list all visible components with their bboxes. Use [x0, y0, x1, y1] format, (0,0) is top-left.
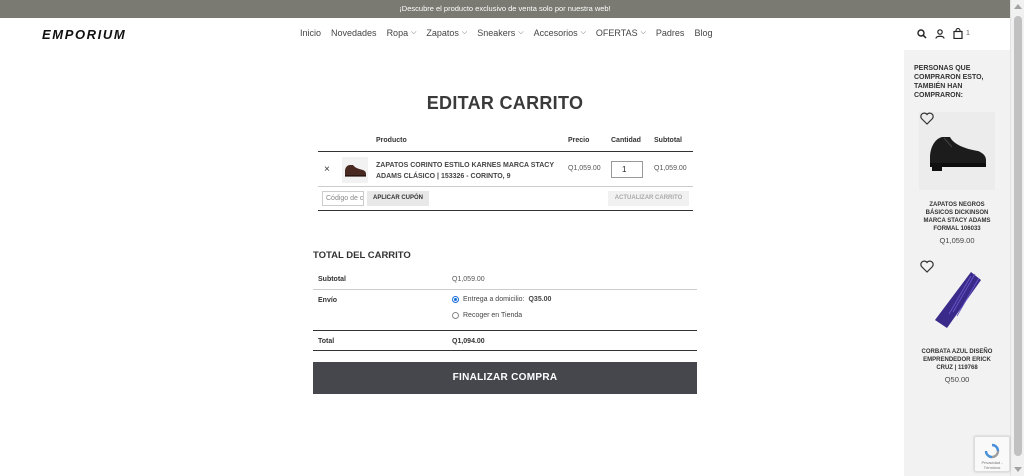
- site-logo[interactable]: EMPORIUM: [42, 27, 126, 42]
- related-product-price: Q50.00: [944, 375, 970, 384]
- brown-shoe-icon: [345, 165, 366, 177]
- radio-pickup[interactable]: [452, 312, 459, 319]
- apply-coupon-button[interactable]: APLICAR CUPÓN: [367, 191, 429, 206]
- related-product-name[interactable]: ZAPATOS NEGROS BÁSICOS DICKINSON MARCA S…: [917, 201, 997, 233]
- related-product-price: Q1,059.00: [939, 236, 975, 245]
- header-icons: 1: [917, 28, 970, 39]
- remove-item-button[interactable]: ×: [324, 164, 330, 175]
- nav-item-sneakers[interactable]: Sneakers ⌵: [477, 28, 523, 38]
- blue-tie-icon: [935, 272, 981, 328]
- nav-item-padres[interactable]: Padres: [656, 28, 685, 38]
- nav-label: Ropa: [386, 28, 409, 38]
- sidebar-title: PERSONAS QUE COMPRARON ESTO, TAMBIÉN HAN…: [914, 65, 984, 99]
- checkout-button[interactable]: FINALIZAR COMPRA: [313, 362, 697, 394]
- nav-item-blog[interactable]: Blog: [694, 28, 712, 38]
- subtotal-value: Q1,059.00: [452, 276, 485, 283]
- page-title: EDITAR CARRITO: [426, 93, 584, 113]
- radio-delivery[interactable]: [452, 296, 459, 303]
- related-products-sidebar: PERSONAS QUE COMPRARON ESTO, TAMBIÉN HAN…: [904, 50, 1010, 476]
- product-price: Q1,059.00: [568, 165, 601, 172]
- cart-actions: Código de cupón APLICAR CUPÓN ACTUALIZAR…: [318, 187, 693, 211]
- nav-item-novedades[interactable]: Novedades: [331, 28, 377, 38]
- total-label: Total: [318, 338, 335, 345]
- column-header-subtotal: Subtotal: [654, 137, 682, 144]
- cart-table-header: Producto Precio Cantidad Subtotal: [318, 132, 693, 152]
- scrollbar-thumb[interactable]: [1014, 16, 1022, 456]
- nav-label: Sneakers: [477, 28, 516, 38]
- related-product-name[interactable]: CORBATA AZUL DISEÑO EMPRENDEDOR ERICK CR…: [917, 348, 997, 372]
- main-nav: Inicio Novedades Ropa ⌵ Zapatos ⌵ Sneakers…: [300, 28, 722, 38]
- related-product-card[interactable]: CORBATA AZUL DISEÑO EMPRENDEDOR ERICK CR…: [917, 260, 997, 395]
- chevron-down-icon: ⌵: [518, 29, 524, 36]
- totals-row-total: Total Q1,094.00: [313, 331, 697, 351]
- nav-label: OFERTAS: [595, 28, 638, 38]
- product-thumbnail[interactable]: [342, 157, 368, 183]
- nav-label: Blog: [694, 28, 713, 38]
- black-shoe-icon: [930, 137, 986, 171]
- chevron-down-icon: ⌵: [411, 29, 417, 36]
- user-icon[interactable]: [935, 28, 945, 39]
- column-header-quantity: Cantidad: [611, 137, 641, 144]
- nav-item-ropa[interactable]: Ropa ⌵: [387, 28, 417, 38]
- recaptcha-label[interactable]: Privacidad - Términos: [975, 460, 1009, 470]
- chevron-down-icon: ⌵: [580, 29, 586, 36]
- shopping-bag-icon[interactable]: [953, 28, 963, 39]
- announcement-bar: ¡Descubre el producto exclusivo de venta…: [0, 0, 1010, 18]
- cart-table: Producto Precio Cantidad Subtotal × ZAPA…: [318, 132, 693, 211]
- nav-item-ofertas[interactable]: OFERTAS ⌵: [596, 28, 646, 38]
- wishlist-heart-icon[interactable]: [920, 112, 934, 130]
- table-row: × ZAPATOS CORINTO ESTILO KARNES MARCA ST…: [318, 152, 693, 187]
- chevron-down-icon: ⌵: [640, 29, 646, 36]
- search-icon[interactable]: [917, 28, 927, 39]
- nav-label: Accesorios: [533, 28, 578, 38]
- shipping-option-delivery[interactable]: Entrega a domicilio: Q35.00: [452, 296, 551, 303]
- nav-label: Zapatos: [426, 28, 459, 38]
- total-value: Q1,094.00: [452, 338, 485, 345]
- recaptcha-icon: [984, 443, 1000, 459]
- subtotal-label: Subtotal: [318, 276, 346, 283]
- totals-row-subtotal: Subtotal Q1,059.00: [313, 269, 697, 290]
- shipping-option-pickup[interactable]: Recoger en Tienda: [452, 312, 522, 319]
- cart-count: 1: [966, 30, 970, 37]
- column-header-price: Precio: [568, 137, 590, 144]
- nav-label: Padres: [655, 28, 685, 38]
- chevron-down-icon: ⌵: [461, 29, 468, 36]
- scroll-up-arrow-icon[interactable]: [1014, 4, 1022, 9]
- delivery-label: Entrega a domicilio:: [463, 296, 525, 303]
- cart-totals-title: TOTAL DEL CARRITO: [313, 250, 411, 261]
- cart-totals-table: Subtotal Q1,059.00 Envío Entrega a domic…: [313, 269, 697, 351]
- column-header-product: Producto: [376, 137, 407, 144]
- scroll-down-arrow-icon[interactable]: [1014, 467, 1022, 472]
- site-header: EMPORIUM Inicio Novedades Ropa ⌵ Zapatos ⌵…: [0, 18, 1010, 50]
- totals-row-shipping: Envío Entrega a domicilio: Q35.00 Recoge…: [313, 290, 697, 331]
- recaptcha-badge[interactable]: Privacidad - Términos: [974, 436, 1010, 472]
- product-name-link[interactable]: ZAPATOS CORINTO ESTILO KARNES MARCA STAC…: [376, 160, 561, 182]
- nav-label: Novedades: [331, 28, 377, 38]
- nav-item-inicio[interactable]: Inicio: [300, 28, 321, 38]
- pickup-label: Recoger en Tienda: [463, 312, 523, 319]
- nav-item-zapatos[interactable]: Zapatos ⌵: [426, 28, 467, 38]
- quantity-input[interactable]: 1: [611, 161, 643, 178]
- coupon-input[interactable]: Código de cupón: [322, 191, 364, 206]
- delivery-price: Q35.00: [528, 296, 552, 303]
- related-product-card[interactable]: ZAPATOS NEGROS BÁSICOS DICKINSON MARCA S…: [917, 112, 997, 247]
- update-cart-button[interactable]: ACTUALIZAR CARRITO: [608, 191, 689, 206]
- product-subtotal: Q1,059.00: [654, 165, 687, 172]
- wishlist-heart-icon[interactable]: [920, 260, 934, 278]
- page-scrollbar[interactable]: [1010, 0, 1024, 476]
- nav-label: Inicio: [300, 28, 322, 38]
- nav-item-accesorios[interactable]: Accesorios ⌵: [534, 28, 586, 38]
- shipping-label: Envío: [318, 297, 338, 304]
